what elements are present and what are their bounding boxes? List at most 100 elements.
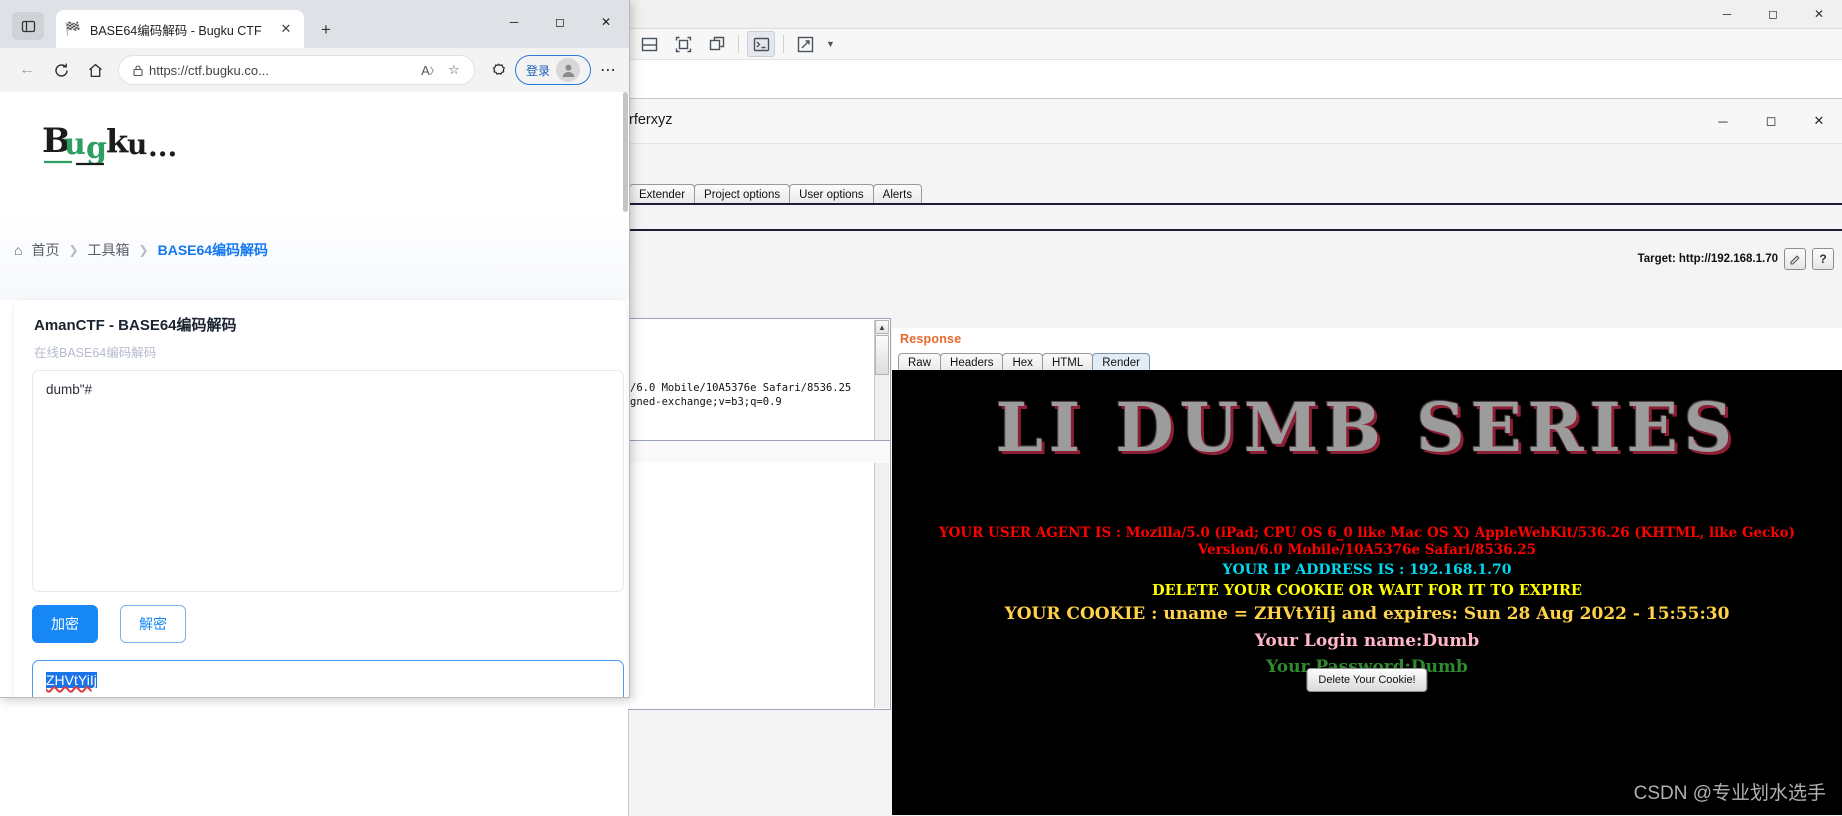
edge-navigation-bar: ← https://ctf.bugku.co... A 〉 ☆ 登录 ⋯: [0, 48, 629, 92]
browser-tab[interactable]: 🏁 BASE64编码解码 - Bugku CTF ✕: [56, 10, 304, 48]
delete-cookie-button[interactable]: Delete Your Cookie!: [1306, 668, 1428, 692]
help-button[interactable]: ?: [1812, 248, 1834, 270]
burp-response-panel: Response Raw Headers Hex HTML Render LI …: [892, 328, 1842, 815]
burp-request-pane: /6.0 Mobile/10A5376e Safari/8536.25 gned…: [628, 318, 891, 710]
burp-tab-alerts[interactable]: Alerts: [872, 184, 923, 205]
card-subtitle: 在线BASE64编码解码: [34, 346, 157, 360]
render-ip-line: YOUR IP ADDRESS IS : 192.168.1.70: [1222, 561, 1512, 578]
burp-inner-titlebar: rferxyz ─ ◻ ✕: [629, 99, 1842, 144]
encode-button[interactable]: 加密: [32, 605, 98, 643]
request-raw-text: /6.0 Mobile/10A5376e Safari/8536.25 gned…: [630, 381, 888, 409]
render-text-block: YOUR USER AGENT IS : Mozilla/5.0 (iPad; …: [892, 525, 1842, 678]
scroll-up-arrow-icon[interactable]: ▲: [875, 320, 889, 334]
burp-close-button[interactable]: ✕: [1796, 0, 1842, 28]
burp-tab-project-options[interactable]: Project options: [694, 184, 791, 205]
card-title: AmanCTF - BASE64编码解码: [34, 317, 237, 334]
bugku-logo[interactable]: B u g k u ...: [42, 116, 187, 172]
breadcrumb-current: BASE64编码解码: [157, 242, 269, 258]
burp-tab-extender[interactable]: Extender: [629, 184, 696, 205]
action-button-row: 加密 解密: [32, 605, 186, 643]
home-icon[interactable]: [78, 53, 112, 87]
burp-main-tabs: Extender Project options User options Al…: [629, 183, 923, 205]
fit-window-icon[interactable]: [670, 32, 696, 56]
login-label: 登录: [526, 63, 551, 78]
collections-icon[interactable]: [481, 53, 515, 87]
burp-target-bar: Target: http://192.168.1.70 ?: [1638, 248, 1834, 270]
base64-output-value: ZHVtYiIj: [46, 672, 97, 688]
svg-text:u: u: [127, 128, 147, 161]
burp-tab-rule-bottom: [629, 229, 1842, 231]
breadcrumb-section: ⌂ 首页 ❯ 工具箱 ❯ BASE64编码解码: [0, 210, 629, 300]
request-scrollbar[interactable]: ▲: [874, 320, 889, 708]
decode-button[interactable]: 解密: [120, 605, 186, 643]
close-tab-icon[interactable]: ✕: [276, 19, 296, 39]
request-line-1: /6.0 Mobile/10A5376e Safari/8536.25: [630, 382, 852, 394]
burp-tab-rule-top: [629, 203, 1842, 205]
edge-tab-strip: 🏁 BASE64编码解码 - Bugku CTF ✕ + ─ ◻ ✕: [0, 0, 629, 48]
page-scrollbar[interactable]: [622, 92, 629, 697]
burp-tab-user-options[interactable]: User options: [789, 184, 874, 205]
svg-text:u: u: [64, 127, 86, 162]
expand-arrow-icon[interactable]: [792, 32, 818, 56]
target-label: Target: http://192.168.1.70: [1637, 253, 1778, 265]
detach-window-icon[interactable]: [704, 32, 730, 56]
burp-restore-button[interactable]: ◻: [1750, 0, 1796, 28]
base64-output-textarea[interactable]: ZHVtYiIj: [32, 660, 624, 697]
breadcrumb-item-home[interactable]: 首页: [31, 240, 59, 260]
terminal-icon[interactable]: [747, 31, 775, 57]
response-label: Response: [900, 332, 962, 346]
request-pane-footer: [628, 441, 890, 463]
render-login-name-line: Your Login name:Dumb: [1254, 630, 1480, 651]
render-user-agent-line: YOUR USER AGENT IS : Mozilla/5.0 (iPad; …: [938, 525, 1796, 558]
back-arrow-icon[interactable]: ←: [10, 53, 44, 87]
avatar[interactable]: [556, 58, 581, 82]
address-bar[interactable]: https://ctf.bugku.co... A 〉 ☆: [118, 55, 475, 85]
edge-browser-window: 🏁 BASE64编码解码 - Bugku CTF ✕ + ─ ◻ ✕ ← htt…: [0, 0, 630, 698]
flag-icon: 🏁: [64, 21, 82, 36]
burp-minimize-button[interactable]: ─: [1704, 0, 1750, 28]
breadcrumb-separator-2: ❯: [138, 243, 149, 257]
base64-tool-card: AmanCTF - BASE64编码解码 在线BASE64编码解码 dumb"#…: [14, 300, 626, 697]
response-tabs: Raw Headers Hex HTML Render: [898, 352, 1150, 372]
burp-inner-minimize-button[interactable]: ─: [1699, 99, 1747, 143]
browser-tab-title: BASE64编码解码 - Bugku CTF: [90, 23, 262, 38]
home-icon: ⌂: [14, 242, 23, 258]
scrollbar-thumb[interactable]: [875, 335, 889, 375]
split-horizontal-icon[interactable]: [636, 32, 662, 56]
edge-window-controls: ─ ◻ ✕: [491, 0, 629, 44]
edge-close-button[interactable]: ✕: [583, 0, 629, 44]
request-line-2: gned-exchange;v=b3;q=0.9: [630, 396, 782, 408]
burp-inner-window-title: rferxyz: [629, 112, 673, 128]
more-options-icon[interactable]: ⋯: [591, 53, 625, 87]
pencil-icon[interactable]: [1784, 248, 1806, 270]
burp-inner-window-controls: ─ ◻ ✕: [1699, 99, 1842, 143]
render-delete-notice-line: DELETE YOUR COOKIE OR WAIT FOR IT TO EXP…: [1152, 582, 1582, 600]
reload-icon[interactable]: [44, 53, 78, 87]
read-aloud-icon[interactable]: A 〉: [418, 63, 442, 78]
edge-maximize-button[interactable]: ◻: [537, 0, 583, 44]
lock-icon: [127, 64, 149, 77]
base64-input-textarea[interactable]: dumb"#: [32, 370, 624, 592]
address-bar-url: https://ctf.bugku.co...: [149, 62, 269, 78]
burp-window-controls: ─ ◻ ✕: [1704, 0, 1842, 28]
tab-actions-icon[interactable]: [12, 12, 44, 40]
render-cookie-line: YOUR COOKIE : uname = ZHVtYiIj and expir…: [1004, 604, 1730, 625]
svg-text:g: g: [86, 131, 107, 166]
chevron-down-icon[interactable]: ▼: [826, 39, 835, 49]
svg-text:k: k: [106, 122, 129, 160]
svg-text:...: ...: [148, 130, 177, 163]
breadcrumb-item-toolbox[interactable]: 工具箱: [88, 240, 130, 260]
burp-inner-maximize-button[interactable]: ◻: [1747, 99, 1795, 143]
response-render-area: LI DUMB SERIES YOUR USER AGENT IS : Mozi…: [892, 370, 1842, 815]
csdn-watermark: CSDN @专业划水选手: [1633, 783, 1826, 804]
new-tab-button[interactable]: +: [313, 17, 339, 43]
edge-minimize-button[interactable]: ─: [491, 0, 537, 44]
breadcrumb: ⌂ 首页 ❯ 工具箱 ❯ BASE64编码解码: [14, 240, 268, 260]
login-button[interactable]: 登录: [515, 55, 591, 85]
page-scrollbar-thumb[interactable]: [623, 92, 628, 212]
render-banner-title: LI DUMB SERIES: [995, 388, 1739, 467]
add-favorite-icon[interactable]: ☆: [442, 62, 466, 78]
web-page-content: B u g k u ... ⌂ 首页 ❯ 工具箱 ❯ BASE64编码解码 Am…: [0, 92, 629, 697]
toolbar-divider-2: [783, 35, 784, 53]
burp-inner-close-button[interactable]: ✕: [1795, 99, 1842, 143]
